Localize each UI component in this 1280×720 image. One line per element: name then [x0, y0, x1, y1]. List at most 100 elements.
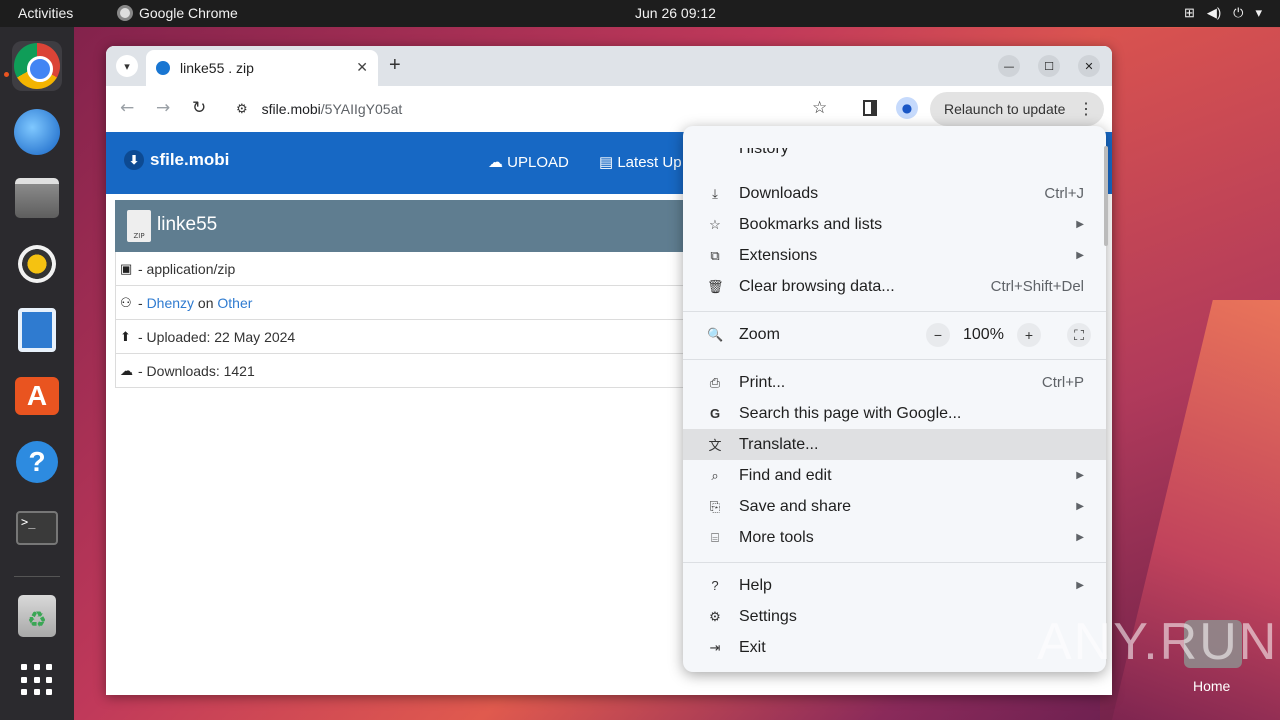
- file-code-icon: ▣: [120, 260, 133, 276]
- menu-settings-label: Settings: [739, 607, 797, 625]
- menu-search-label: Search this page with Google...: [739, 404, 962, 422]
- toolbox-icon: ⌸: [711, 529, 719, 545]
- zoom-value: 100%: [963, 325, 1004, 343]
- menu-find-edit[interactable]: ⌕ Find and edit ▶: [683, 460, 1106, 491]
- help-icon: ?: [16, 441, 58, 483]
- category-link[interactable]: Other: [217, 295, 252, 311]
- submenu-arrow-icon: ▶: [1076, 250, 1084, 261]
- menu-downloads[interactable]: ⤓ Downloads Ctrl+J: [683, 178, 1106, 209]
- download-icon: ⤓: [712, 185, 718, 201]
- menu-translate[interactable]: 文 Translate...: [683, 429, 1106, 460]
- tab-close-icon[interactable]: ✕: [356, 60, 368, 76]
- dock: A ? >_ ♻: [0, 27, 74, 720]
- menu-history[interactable]: History: [683, 148, 1106, 164]
- save-share-icon: ⎘: [709, 498, 721, 514]
- scrollbar-thumb[interactable]: [1104, 146, 1108, 246]
- forward-button[interactable]: →: [156, 98, 170, 118]
- uploader-link[interactable]: Dhenzy: [147, 295, 194, 311]
- dock-help[interactable]: ?: [12, 437, 62, 487]
- zoom-out-button[interactable]: −: [926, 323, 950, 347]
- submenu-arrow-icon: ▶: [1076, 532, 1084, 543]
- gear-icon: ⚙: [709, 608, 721, 624]
- side-panel-icon[interactable]: [863, 100, 877, 116]
- top-bar: Activities Google Chrome Jun 26 09:12 ⊞ …: [0, 0, 1280, 27]
- by-prefix: -: [138, 294, 147, 311]
- close-window-button[interactable]: ✕: [1078, 55, 1100, 77]
- shortcut: Ctrl+J: [1044, 185, 1084, 202]
- dock-writer[interactable]: [12, 305, 62, 355]
- dock-thunderbird[interactable]: [12, 107, 62, 157]
- chrome-main-menu: History ⤓ Downloads Ctrl+J ☆ Bookmarks a…: [683, 126, 1106, 672]
- menu-more-tools[interactable]: ⌸ More tools ▶: [683, 522, 1106, 553]
- menu-find-label: Find and edit: [739, 466, 832, 484]
- menu-bookmarks-label: Bookmarks and lists: [739, 215, 883, 233]
- nav-latest-label: Latest Up: [617, 154, 682, 171]
- zip-file-icon: ZIP: [127, 210, 151, 242]
- submenu-arrow-icon: ▶: [1076, 501, 1084, 512]
- menu-scrollbar[interactable]: [1100, 126, 1110, 696]
- nav-latest[interactable]: ▤ Latest Up: [599, 153, 682, 171]
- shortcut: Ctrl+P: [1041, 374, 1084, 391]
- kebab-menu-icon[interactable]: ⋮: [1078, 99, 1094, 119]
- trash-icon: ♻: [18, 595, 56, 637]
- app-center-icon: A: [15, 377, 59, 415]
- running-indicator: [4, 72, 9, 77]
- rhythmbox-icon: [18, 245, 56, 283]
- profile-avatar[interactable]: ●: [896, 97, 918, 119]
- system-tray[interactable]: ⊞ ◀) ⏻ ▾: [1184, 5, 1262, 21]
- zoom-icon: 🔍: [707, 326, 724, 342]
- cloud-download-icon: ☁: [120, 362, 133, 378]
- dock-chrome[interactable]: [12, 41, 62, 91]
- menu-translate-label: Translate...: [739, 435, 819, 453]
- nav-upload[interactable]: ☁ UPLOAD: [488, 153, 569, 171]
- home-label: Home: [1193, 678, 1231, 694]
- clock[interactable]: Jun 26 09:12: [635, 5, 716, 21]
- menu-separator: [683, 359, 1106, 360]
- url-host: sfile.mobi: [261, 101, 321, 117]
- new-tab-button[interactable]: +: [389, 54, 401, 77]
- dock-terminal[interactable]: >_: [12, 503, 62, 553]
- terminal-icon: >_: [16, 511, 58, 545]
- menu-search-google[interactable]: G Search this page with Google...: [683, 398, 1106, 429]
- trash-icon: 🗑: [707, 278, 724, 294]
- help-circle-icon: ?: [711, 578, 719, 593]
- fullscreen-button[interactable]: ⛶: [1067, 323, 1091, 347]
- menu-clear-data[interactable]: 🗑 Clear browsing data... Ctrl+Shift+Del: [683, 271, 1106, 302]
- address-bar[interactable]: ⚙ sfile.mobi /5YAIIgY05at: [226, 92, 836, 126]
- menu-bookmarks[interactable]: ☆ Bookmarks and lists ▶: [683, 209, 1106, 240]
- reload-button[interactable]: ↻: [192, 98, 206, 118]
- dock-files[interactable]: [12, 173, 62, 223]
- dock-trash[interactable]: ♻: [12, 591, 62, 641]
- dock-separator: [14, 576, 60, 577]
- on-text: on: [194, 294, 218, 311]
- translate-icon: 文: [708, 438, 722, 453]
- tab-active[interactable]: linke55 . zip ✕: [146, 50, 378, 86]
- site-info-icon[interactable]: ⚙: [236, 101, 248, 117]
- site-logo[interactable]: ⬇ sfile.mobi: [124, 150, 229, 170]
- tab-search-button[interactable]: ▾: [116, 55, 138, 77]
- menu-history-label: History: [739, 148, 789, 157]
- power-icon: ⏻: [1233, 5, 1244, 20]
- app-menu[interactable]: Google Chrome: [117, 5, 238, 21]
- relaunch-label: Relaunch to update: [944, 101, 1066, 117]
- relaunch-button[interactable]: Relaunch to update ⋮: [930, 92, 1104, 126]
- back-button[interactable]: ←: [120, 98, 134, 118]
- menu-save-share[interactable]: ⎘ Save and share ▶: [683, 491, 1106, 522]
- minimize-button[interactable]: —: [998, 55, 1020, 77]
- zoom-in-button[interactable]: +: [1017, 323, 1041, 347]
- menu-print[interactable]: ⎙ Print... Ctrl+P: [683, 367, 1106, 398]
- network-icon: ⊞: [1183, 5, 1195, 20]
- menu-downloads-label: Downloads: [739, 184, 819, 202]
- menu-extensions[interactable]: ⧉ Extensions ▶: [683, 240, 1106, 271]
- watermark: ANY.RUN: [1037, 613, 1279, 671]
- upload-icon: ⬆: [120, 328, 131, 344]
- bookmark-star-icon[interactable]: ☆: [812, 98, 827, 118]
- dock-app-center[interactable]: A: [12, 371, 62, 421]
- dock-show-apps[interactable]: [12, 655, 62, 705]
- url-path: /5YAIIgY05at: [320, 101, 403, 117]
- dock-rhythmbox[interactable]: [12, 239, 62, 289]
- menu-save-label: Save and share: [739, 497, 852, 515]
- activities-button[interactable]: Activities: [18, 5, 73, 21]
- maximize-button[interactable]: ☐: [1038, 55, 1060, 77]
- menu-help[interactable]: ? Help ▶: [683, 570, 1106, 601]
